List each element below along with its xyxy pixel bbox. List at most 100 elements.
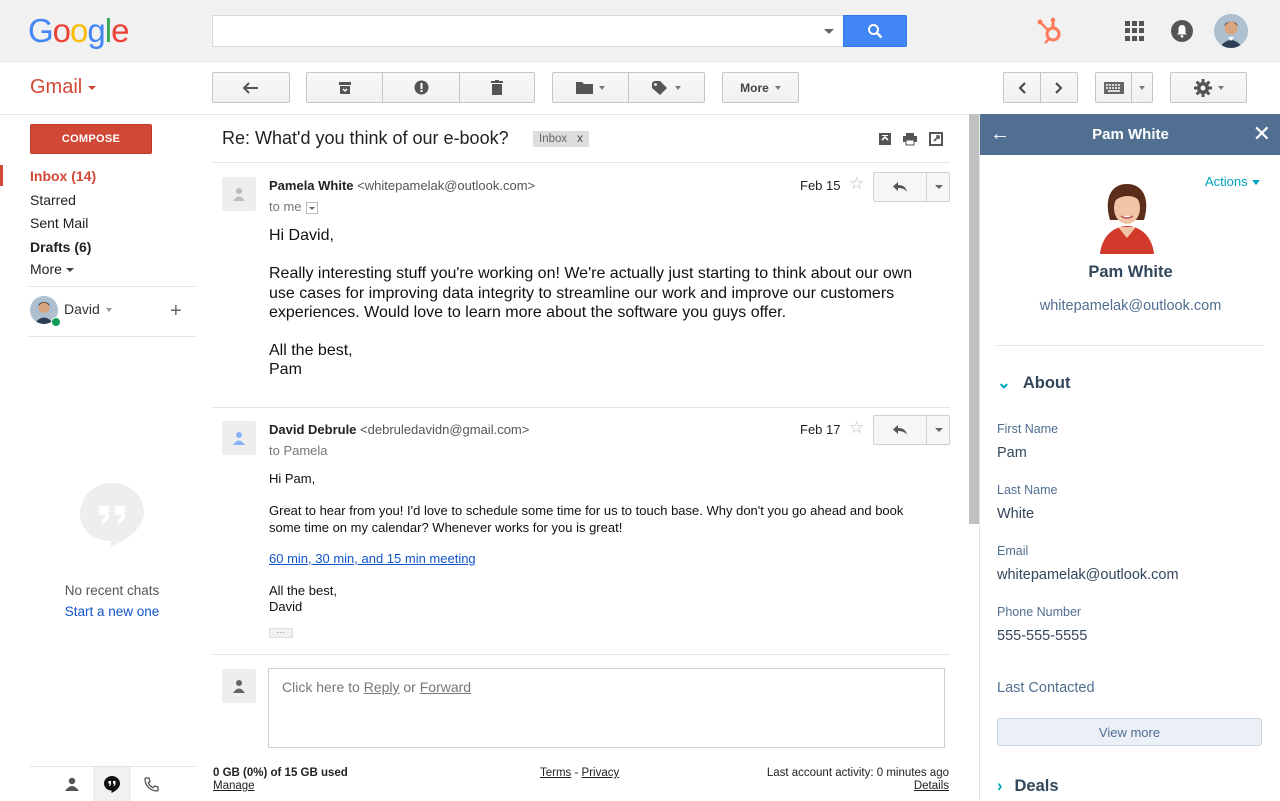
new-window-icon[interactable] bbox=[929, 132, 943, 146]
message-body: Great to hear from you! I'd love to sche… bbox=[269, 503, 904, 535]
nav-starred[interactable]: Starred bbox=[30, 192, 76, 208]
start-new-chat-link[interactable]: Start a new one bbox=[0, 604, 224, 619]
meeting-link[interactable]: 60 min, 30 min, and 15 min meeting bbox=[269, 551, 476, 566]
chevron-right-icon: › bbox=[997, 777, 1003, 795]
deals-section-title: Deals bbox=[1014, 777, 1059, 795]
privacy-link[interactable]: Privacy bbox=[582, 767, 620, 779]
first-name-value[interactable]: Pam bbox=[997, 445, 1027, 461]
notifications-icon[interactable] bbox=[1171, 20, 1193, 42]
manage-storage-link[interactable]: Manage bbox=[213, 780, 255, 792]
labels-button[interactable] bbox=[628, 72, 705, 103]
logo-letter: G bbox=[28, 12, 54, 49]
last-name-value[interactable]: White bbox=[997, 506, 1034, 522]
reply-button[interactable] bbox=[874, 173, 927, 201]
compose-button[interactable]: COMPOSE bbox=[30, 124, 152, 154]
message-date[interactable]: Feb 15 bbox=[800, 178, 840, 193]
about-section-title: About bbox=[1022, 374, 1071, 392]
activity-details-link[interactable]: Details bbox=[914, 780, 949, 792]
contact-name[interactable]: Pam White bbox=[980, 263, 1280, 282]
move-to-button[interactable] bbox=[552, 72, 629, 103]
inbox-label-chip[interactable]: Inbox x bbox=[533, 131, 589, 147]
contacts-tab[interactable] bbox=[53, 767, 91, 801]
sender-name: Pamela White bbox=[269, 178, 354, 193]
message-sender[interactable]: Pamela White <whitepamelak@outlook.com> bbox=[269, 178, 535, 193]
about-section-toggle[interactable]: ⌄ About bbox=[997, 373, 1070, 393]
star-icon[interactable]: ☆ bbox=[849, 418, 864, 438]
forward-link[interactable]: Forward bbox=[420, 679, 471, 695]
sender-avatar[interactable] bbox=[222, 177, 256, 211]
back-arrow-icon bbox=[243, 81, 258, 94]
phone-label: Phone Number bbox=[997, 605, 1082, 619]
expand-all-icon[interactable] bbox=[878, 132, 892, 146]
hangouts-chat-icon bbox=[104, 775, 120, 793]
message-greeting: Hi David, bbox=[269, 227, 334, 244]
search-icon bbox=[868, 24, 883, 39]
search-input[interactable] bbox=[212, 15, 844, 47]
message-sender[interactable]: David Debrule <debruledavidn@gmail.com> bbox=[269, 422, 529, 437]
apps-grid-icon[interactable] bbox=[1125, 21, 1145, 41]
archive-button[interactable] bbox=[306, 72, 383, 103]
chevron-down-icon bbox=[65, 268, 74, 273]
view-more-button[interactable]: View more bbox=[997, 718, 1262, 746]
search-button[interactable] bbox=[843, 15, 907, 47]
person-icon bbox=[233, 188, 245, 201]
star-icon[interactable]: ☆ bbox=[849, 174, 864, 194]
message-date[interactable]: Feb 17 bbox=[800, 422, 840, 437]
print-icon[interactable] bbox=[903, 132, 917, 146]
email-value[interactable]: whitepamelak@outlook.com bbox=[997, 567, 1179, 583]
reply-box[interactable]: Click here to Reply or Forward bbox=[268, 668, 945, 748]
person-icon bbox=[233, 432, 245, 445]
nav-divider bbox=[28, 286, 196, 287]
message-body: Really interesting stuff you're working … bbox=[269, 265, 913, 321]
back-to-inbox-button[interactable] bbox=[212, 72, 290, 103]
more-message-options-button[interactable] bbox=[928, 173, 950, 201]
nav-drafts[interactable]: Drafts (6) bbox=[30, 239, 91, 255]
reply-button[interactable] bbox=[874, 416, 927, 444]
phone-icon bbox=[143, 776, 159, 792]
actions-dropdown[interactable]: Actions bbox=[1205, 174, 1260, 189]
input-tools-dropdown[interactable] bbox=[1131, 72, 1153, 103]
chat-status-menu[interactable]: David bbox=[64, 301, 112, 317]
phone-value[interactable]: 555-555-5555 bbox=[997, 628, 1087, 644]
hangouts-tab[interactable] bbox=[93, 767, 131, 801]
settings-button[interactable] bbox=[1170, 72, 1247, 103]
phone-tab[interactable] bbox=[132, 767, 170, 801]
message-signature: Pam bbox=[269, 361, 302, 378]
contact-email[interactable]: whitepamelak@outlook.com bbox=[980, 298, 1280, 314]
newer-conversation-button[interactable] bbox=[1003, 72, 1041, 103]
label-chip-text: Inbox bbox=[539, 133, 568, 145]
nav-inbox[interactable]: Inbox (14) bbox=[30, 168, 96, 184]
thread-scrollbar-thumb[interactable] bbox=[969, 114, 979, 524]
chevron-down-icon bbox=[774, 85, 781, 90]
show-trimmed-content-button[interactable]: ··· bbox=[269, 628, 293, 638]
account-avatar[interactable] bbox=[1214, 14, 1248, 48]
more-actions-button[interactable]: More bbox=[722, 72, 799, 103]
sender-avatar[interactable] bbox=[222, 421, 256, 455]
logo-letter: o bbox=[70, 12, 88, 49]
terms-link[interactable]: Terms bbox=[540, 767, 571, 779]
nav-sent-mail[interactable]: Sent Mail bbox=[30, 215, 88, 231]
reply-link[interactable]: Reply bbox=[364, 679, 400, 695]
chevron-down-icon bbox=[1251, 180, 1260, 186]
report-spam-button[interactable] bbox=[382, 72, 460, 103]
gmail-menu[interactable]: Gmail bbox=[30, 76, 97, 99]
message-signature: David bbox=[269, 599, 303, 614]
nav-more[interactable]: More bbox=[30, 261, 74, 277]
close-icon[interactable]: ✕ bbox=[1253, 121, 1271, 147]
new-chat-plus-icon[interactable]: + bbox=[170, 300, 182, 323]
chat-divider bbox=[28, 336, 196, 337]
show-details-icon[interactable] bbox=[305, 201, 318, 214]
older-conversation-button[interactable] bbox=[1040, 72, 1078, 103]
search-options-caret-icon[interactable] bbox=[824, 29, 834, 34]
reply-button-group bbox=[873, 172, 950, 202]
message-divider bbox=[212, 407, 950, 408]
hubspot-icon[interactable] bbox=[1036, 16, 1064, 46]
more-message-options-button[interactable] bbox=[928, 416, 950, 444]
input-tools-button[interactable] bbox=[1095, 72, 1132, 103]
delete-button[interactable] bbox=[459, 72, 535, 103]
remove-label-icon[interactable]: x bbox=[577, 133, 583, 145]
deals-section-toggle[interactable]: › Deals bbox=[997, 777, 1059, 796]
reply-button-group bbox=[873, 415, 950, 445]
message-divider bbox=[212, 162, 950, 163]
google-logo[interactable]: Google bbox=[28, 12, 129, 50]
